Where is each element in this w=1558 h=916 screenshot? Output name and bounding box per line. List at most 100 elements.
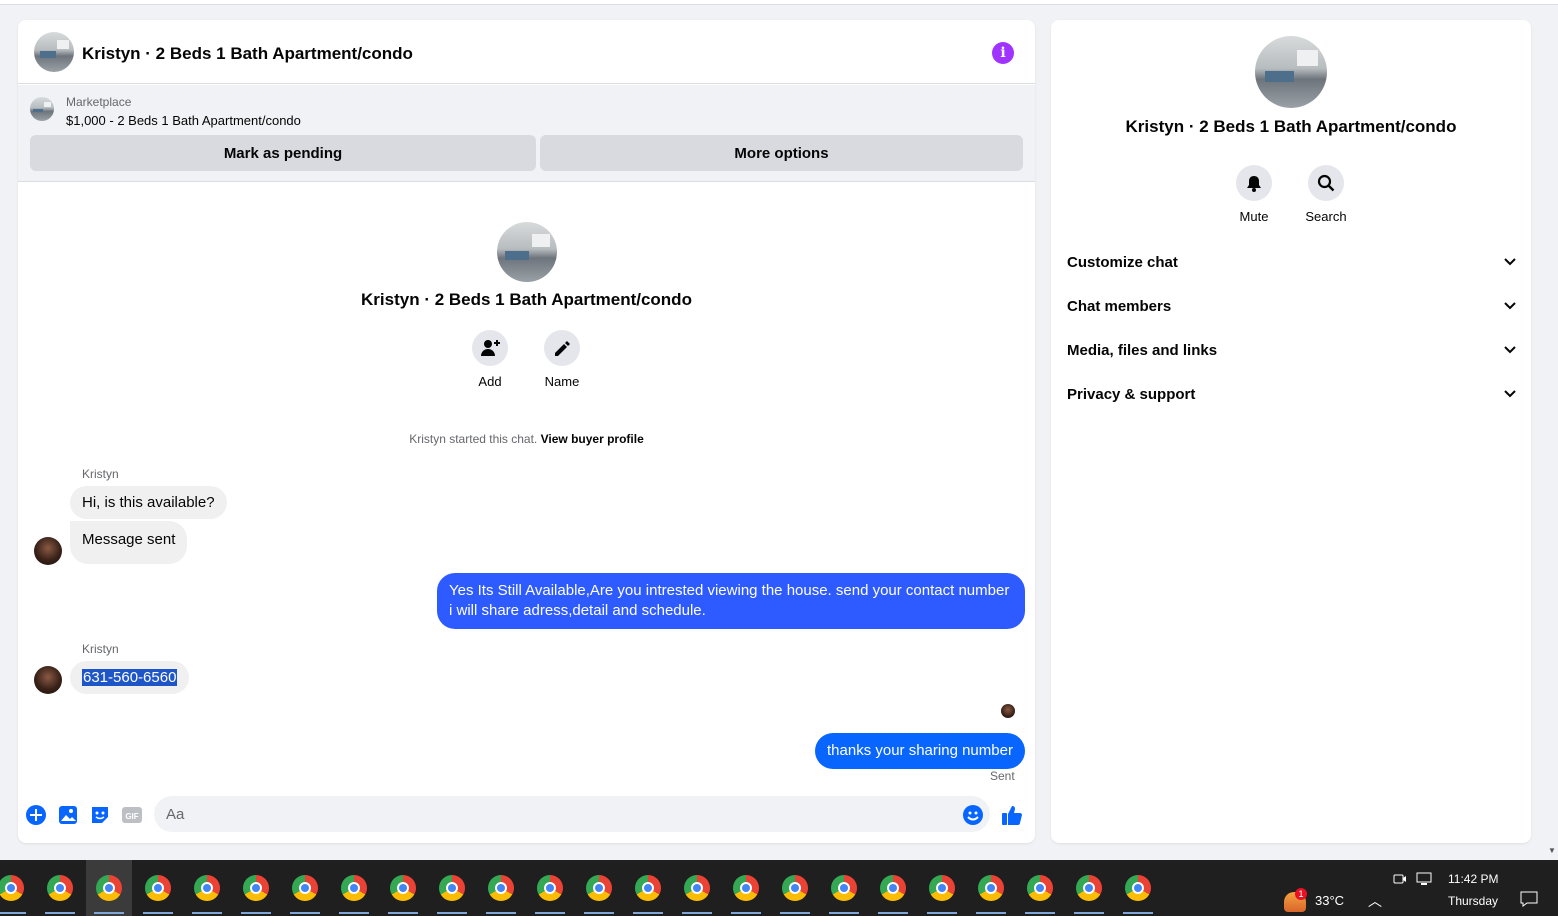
chrome-icon <box>1076 875 1102 901</box>
add-action[interactable]: Add <box>460 330 520 389</box>
chevron-down-icon <box>1504 258 1516 266</box>
browser-top-edge <box>0 0 1558 5</box>
taskbar-chrome-app[interactable] <box>282 860 328 916</box>
chrome-icon <box>929 875 955 901</box>
seen-indicator-avatar <box>1001 704 1015 718</box>
taskbar-chrome-app[interactable] <box>870 860 916 916</box>
message-bubble-incoming[interactable]: 631-560-6560 <box>70 661 190 694</box>
mark-as-pending-button[interactable]: Mark as pending <box>30 135 536 171</box>
listing-thumbnail[interactable] <box>30 97 54 121</box>
bell-icon[interactable] <box>1236 165 1272 201</box>
chrome-icon <box>47 875 73 901</box>
selected-phone-number[interactable]: 631-560-6560 <box>82 669 178 686</box>
pencil-icon[interactable] <box>544 330 580 366</box>
gif-label: GIF <box>125 812 138 821</box>
chrome-icon <box>439 875 465 901</box>
chrome-icon <box>341 875 367 901</box>
chrome-icon <box>292 875 318 901</box>
photo-icon[interactable] <box>57 804 79 826</box>
taskbar-chrome-app[interactable] <box>723 860 769 916</box>
chrome-icon <box>537 875 563 901</box>
meet-now-icon[interactable] <box>1393 872 1407 889</box>
taskbar-chrome-app[interactable] <box>1017 860 1063 916</box>
clock-day[interactable]: Thursday <box>1448 894 1498 908</box>
taskbar-chrome-app[interactable] <box>576 860 622 916</box>
chat-details-panel: Kristyn · 2 Beds 1 Bath Apartment/condo … <box>1051 20 1531 843</box>
message-bubble-outgoing[interactable]: Yes Its Still Available,Are you intreste… <box>437 573 1025 629</box>
sender-avatar[interactable] <box>34 666 62 694</box>
message-input[interactable] <box>154 796 990 832</box>
marketplace-label: Marketplace <box>66 95 132 109</box>
info-icon[interactable]: i <box>992 42 1014 64</box>
name-action[interactable]: Name <box>532 330 592 389</box>
clock-time[interactable]: 11:42 PM <box>1448 872 1498 886</box>
chat-title[interactable]: Kristyn · 2 Beds 1 Bath Apartment/condo <box>82 44 413 64</box>
intro-avatar <box>497 222 557 282</box>
taskbar-chrome-app[interactable] <box>968 860 1014 916</box>
windows-taskbar: 1 33°C ︿ 11:42 PM Thursday <box>0 860 1558 916</box>
chevron-down-icon <box>1504 302 1516 310</box>
taskbar-chrome-app[interactable] <box>821 860 867 916</box>
mute-action[interactable]: Mute <box>1219 165 1289 224</box>
taskbar-chrome-app[interactable] <box>184 860 230 916</box>
view-buyer-profile-link[interactable]: View buyer profile <box>541 432 644 446</box>
taskbar-chrome-app[interactable] <box>135 860 181 916</box>
listing-title[interactable]: $1,000 - 2 Beds 1 Bath Apartment/condo <box>66 113 301 128</box>
chrome-icon <box>488 875 514 901</box>
taskbar-chrome-app[interactable] <box>772 860 818 916</box>
taskbar-chrome-app[interactable] <box>86 860 132 916</box>
message-bubble-incoming[interactable]: Message sent <box>70 521 188 564</box>
scrollbar-down-arrow[interactable]: ▼ <box>1548 846 1556 855</box>
message-bubble-outgoing[interactable]: thanks your sharing number <box>815 733 1025 769</box>
emoji-icon[interactable] <box>962 804 984 826</box>
accordion-media-files-links[interactable]: Media, files and links <box>1067 332 1517 368</box>
message-status: Sent <box>990 769 1015 783</box>
network-icon[interactable] <box>1416 872 1432 889</box>
taskbar-chrome-app[interactable] <box>1115 860 1161 916</box>
message-bubble-incoming[interactable]: Hi, is this available? <box>70 486 227 519</box>
taskbar-chrome-app[interactable] <box>0 860 34 916</box>
taskbar-chrome-app[interactable] <box>380 860 426 916</box>
taskbar-chrome-app[interactable] <box>919 860 965 916</box>
taskbar-chrome-app[interactable] <box>674 860 720 916</box>
message-composer: GIF <box>18 793 1035 843</box>
chevron-up-icon[interactable]: ︿ <box>1368 891 1382 911</box>
chevron-down-icon <box>1504 390 1516 398</box>
temperature[interactable]: 33°C <box>1315 893 1344 908</box>
chevron-down-icon <box>1504 346 1516 354</box>
taskbar-chrome-app[interactable] <box>625 860 671 916</box>
taskbar-chrome-app[interactable] <box>331 860 377 916</box>
mute-label: Mute <box>1239 209 1269 224</box>
sender-avatar[interactable] <box>34 537 62 565</box>
gif-icon[interactable]: GIF <box>121 804 143 826</box>
intro-title: Kristyn · 2 Beds 1 Bath Apartment/condo <box>361 290 692 309</box>
add-person-icon[interactable] <box>472 330 508 366</box>
details-avatar[interactable] <box>1255 36 1327 108</box>
details-title: Kristyn · 2 Beds 1 Bath Apartment/condo <box>1125 117 1457 136</box>
search-icon[interactable] <box>1308 165 1344 201</box>
notifications-icon[interactable] <box>1520 891 1538 910</box>
taskbar-chrome-app[interactable] <box>429 860 475 916</box>
notification-badge: 1 <box>1295 888 1307 900</box>
taskbar-chrome-app[interactable] <box>1066 860 1112 916</box>
plus-circle-icon[interactable] <box>25 804 47 826</box>
more-options-button[interactable]: More options <box>540 135 1023 171</box>
search-action[interactable]: Search <box>1291 165 1361 224</box>
chrome-icon <box>635 875 661 901</box>
accordion-customize-chat[interactable]: Customize chat <box>1067 244 1517 280</box>
accordion-label: Media, files and links <box>1067 341 1218 359</box>
accordion-label: Customize chat <box>1067 253 1178 271</box>
chrome-icon <box>0 875 24 901</box>
accordion-chat-members[interactable]: Chat members <box>1067 288 1517 324</box>
taskbar-chrome-app[interactable] <box>527 860 573 916</box>
thumbs-up-icon[interactable] <box>1001 804 1023 826</box>
taskbar-chrome-app[interactable] <box>37 860 83 916</box>
accordion-privacy-support[interactable]: Privacy & support <box>1067 376 1517 412</box>
name-label: Name <box>544 374 580 389</box>
taskbar-chrome-app[interactable] <box>478 860 524 916</box>
chrome-icon <box>96 875 122 901</box>
taskbar-chrome-app[interactable] <box>233 860 279 916</box>
chat-panel: Kristyn · 2 Beds 1 Bath Apartment/condo … <box>18 20 1035 843</box>
chat-avatar[interactable] <box>34 32 74 72</box>
sticker-icon[interactable] <box>89 804 111 826</box>
